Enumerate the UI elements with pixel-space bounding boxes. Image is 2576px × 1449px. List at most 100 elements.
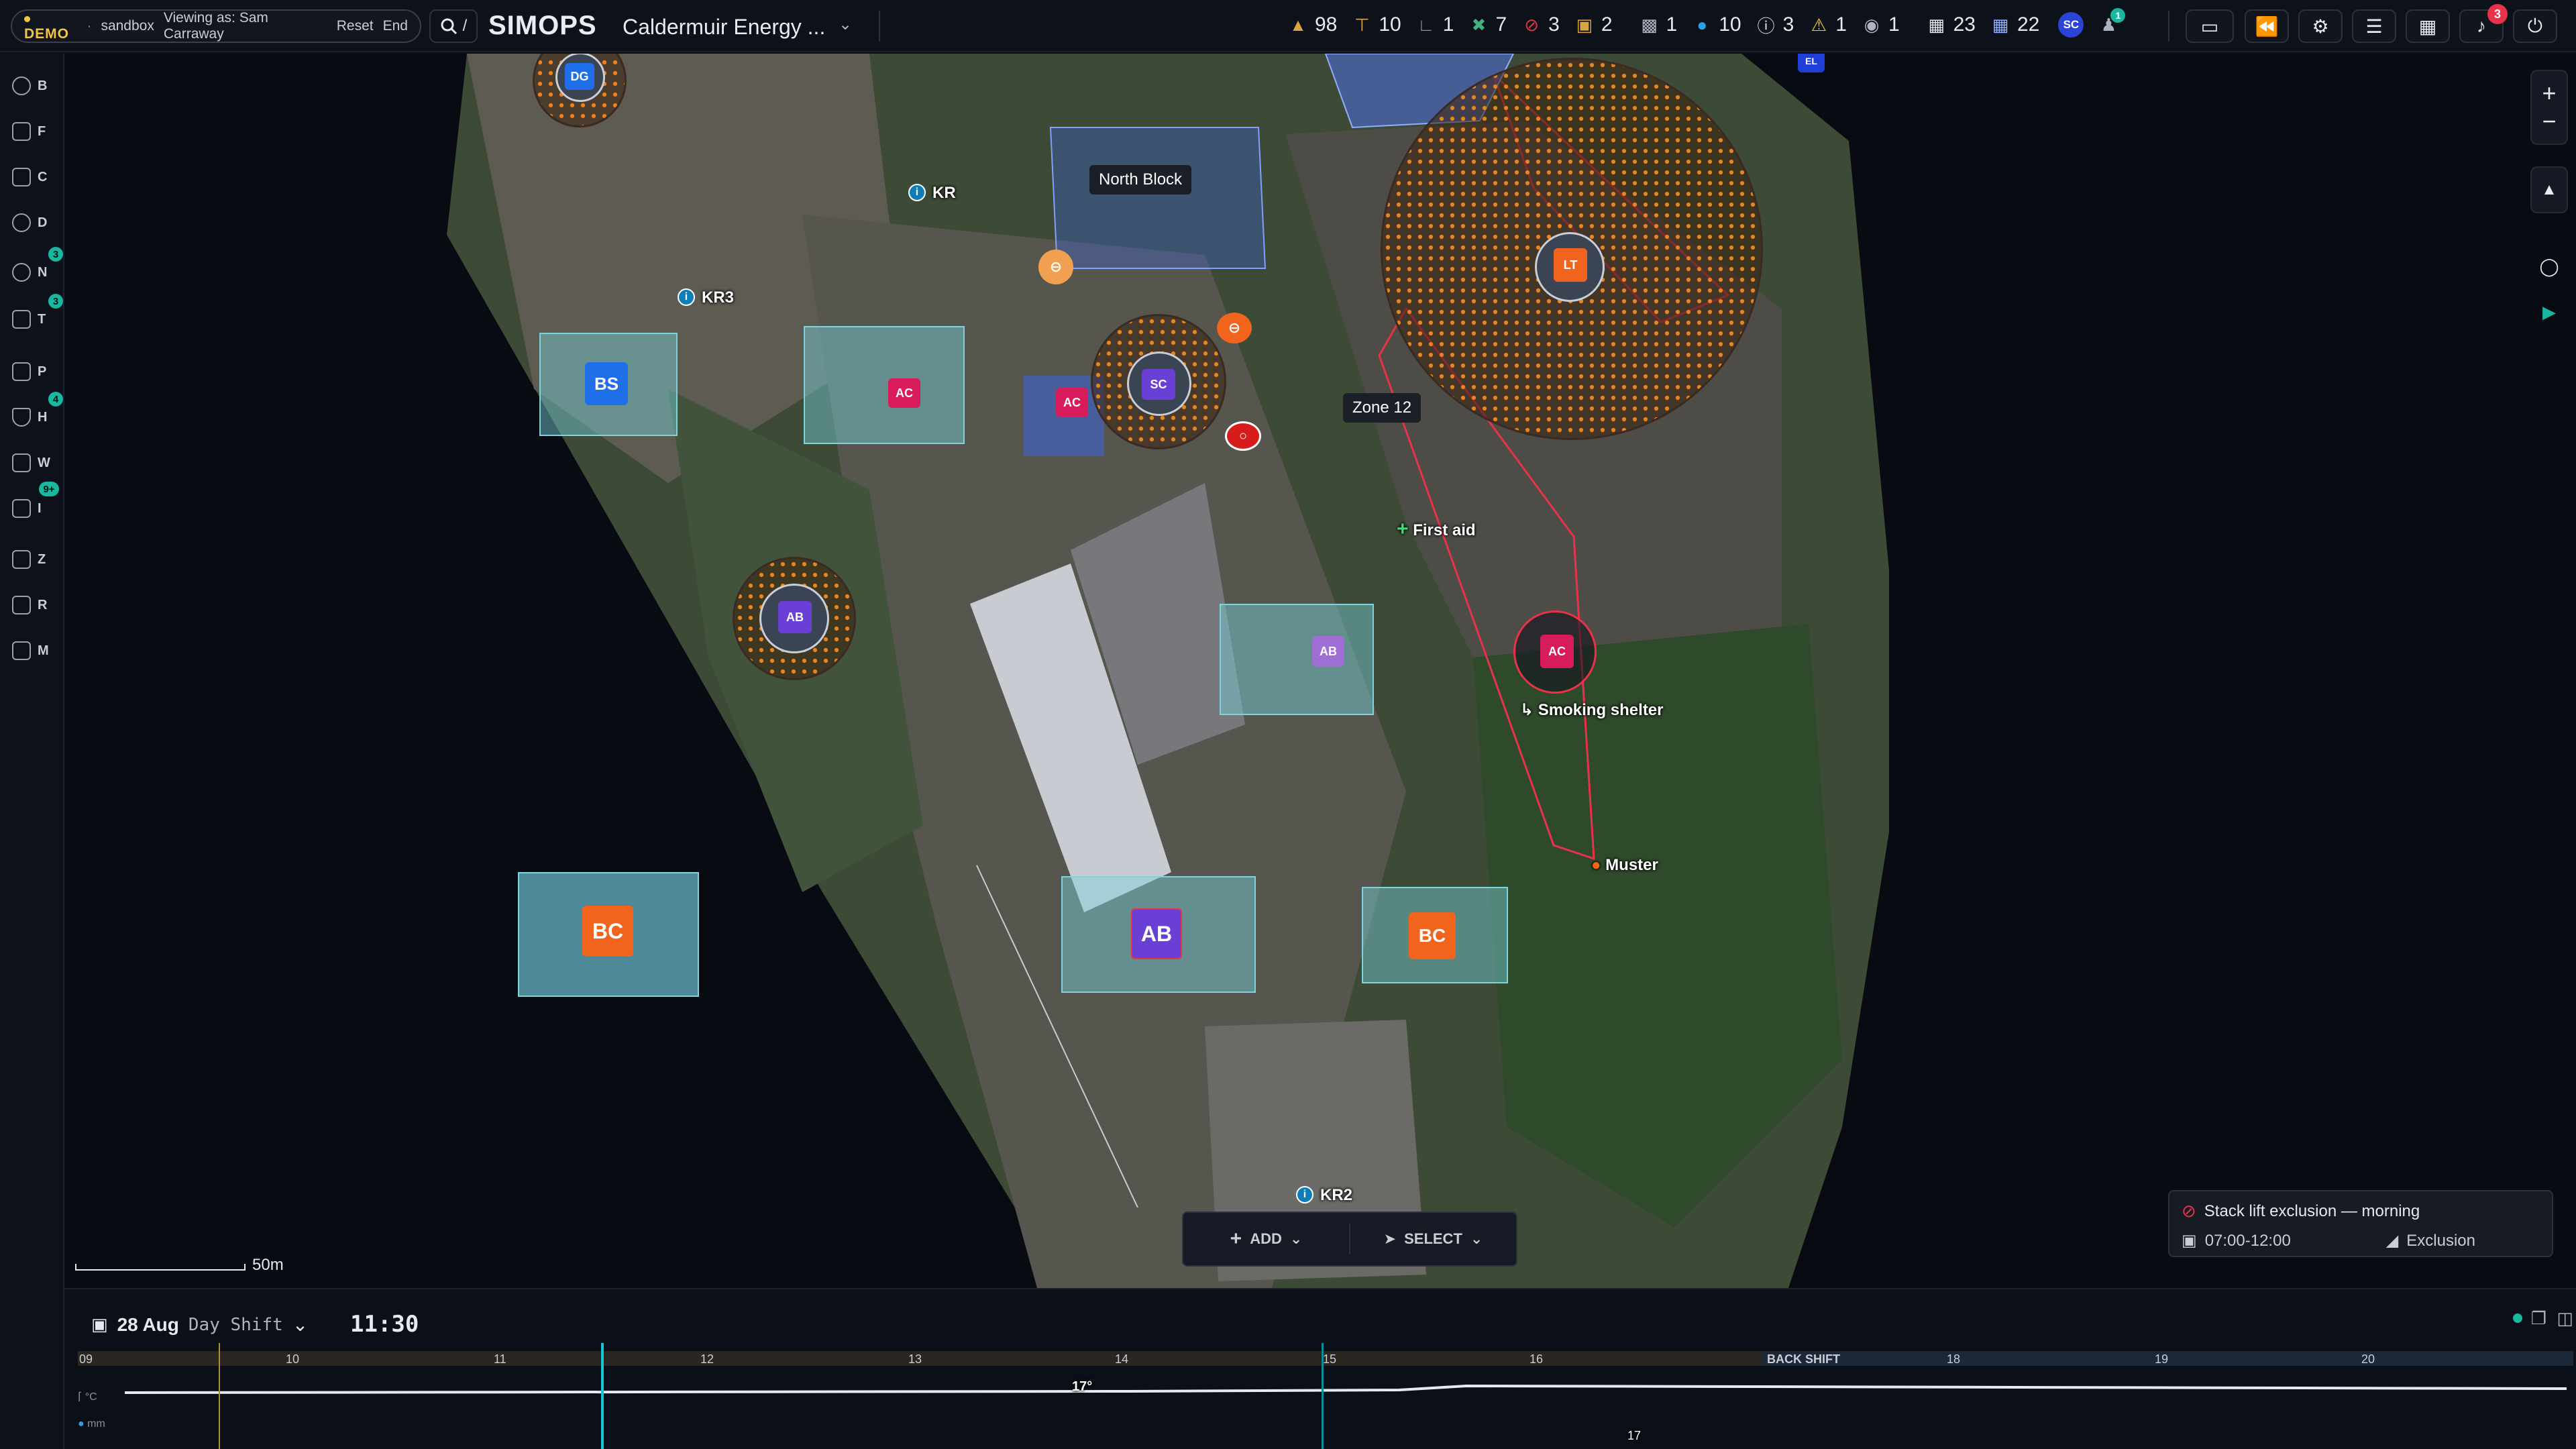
stat-buildings[interactable]: ▦ 23 <box>1925 13 1976 36</box>
first-aid-marker[interactable]: + First aid <box>1397 518 1476 541</box>
tag-icon: ▶ <box>2542 301 2556 322</box>
user-avatar[interactable]: SC <box>2058 12 2084 38</box>
tag-ab-east[interactable]: AB <box>1312 636 1344 667</box>
marker-kr1[interactable]: i <box>908 184 926 201</box>
comments-toggle[interactable]: ◯ <box>2530 250 2568 283</box>
top-bar: DEMO · sandbox Viewing as: Sam Carraway … <box>0 0 2576 52</box>
stat-grid[interactable]: ▦ 22 <box>1989 13 2040 36</box>
timeline-playhead[interactable] <box>1322 1343 1324 1449</box>
tag-dg[interactable]: DG <box>565 63 594 90</box>
search-button[interactable]: / <box>429 9 478 43</box>
site-selector[interactable]: Caldermuir Energy ... <box>623 15 825 40</box>
smoking-shelter-marker[interactable]: ↳ Smoking shelter <box>1520 700 1664 720</box>
sidebar-item-d[interactable]: D <box>12 207 59 239</box>
temperature-row-label: ⌈ °C <box>78 1391 97 1403</box>
stat-workers[interactable]: ▲ 98 <box>1287 13 1337 36</box>
sidebar-item-z[interactable]: Z <box>12 543 59 576</box>
search-icon <box>441 18 457 35</box>
clipboard-icon <box>12 362 31 381</box>
stat-alerts[interactable]: ⓘ 3 <box>1755 13 1794 36</box>
active-exclusion-card[interactable]: ⊘ Stack lift exclusion — morning ▣ 07:00-1… <box>2168 1190 2553 1257</box>
stat-observations[interactable]: ◉ 1 <box>1860 13 1900 36</box>
stop-icon[interactable]: ○ <box>1225 421 1261 451</box>
zone-ac-north[interactable] <box>804 326 965 444</box>
settings-button[interactable]: ⚙ <box>2298 9 2343 43</box>
sidebar-item-t[interactable]: T3 <box>12 294 63 335</box>
timeline-date-selector[interactable]: ▣ 28 Aug Day Shift ⌄ <box>91 1313 308 1336</box>
zoom-in-button[interactable]: + <box>2542 79 2556 107</box>
select-button[interactable]: ➤ SELECT ⌄ <box>1350 1230 1516 1248</box>
compass-button[interactable]: ▲ <box>2530 166 2568 213</box>
rewind-button[interactable]: ⏪ <box>2245 9 2289 43</box>
zone-ab-east[interactable] <box>1220 604 1374 715</box>
copy-button[interactable]: ❐ <box>2531 1308 2546 1329</box>
lock-toggle-button[interactable]: ▭ <box>2186 9 2234 43</box>
stats-bar: ▲ 98 ⊤ 10 ∟ 1 ✖ 7 ⊘ 3 ▣ 2 ▩ 1 ● 10 ⓘ 3 ⚠ 1 ◉ 1 ▦ 23 … <box>1287 8 2126 38</box>
muster-point-marker[interactable]: ● Muster <box>1591 856 1658 875</box>
expand-timeline-button[interactable]: ◫ <box>2557 1308 2573 1329</box>
calendar-icon: ▣ <box>2182 1232 2197 1250</box>
stat-warnings[interactable]: ⚠ 1 <box>1807 13 1847 36</box>
stat-permits[interactable]: ✖ 7 <box>1467 13 1507 36</box>
sidebar-item-b[interactable]: B <box>12 70 59 102</box>
tag-ac-east[interactable]: AC <box>1540 635 1574 668</box>
team-button[interactable]: ♟ 1 <box>2097 8 2126 36</box>
tag-ab-south[interactable]: AB <box>1131 908 1182 959</box>
tag-bs[interactable]: BS <box>585 362 628 405</box>
power-button[interactable]: ⏻ <box>2513 9 2557 43</box>
map-toolbar: + ADD ⌄ ➤ SELECT ⌄ <box>1182 1212 1517 1267</box>
timeline-now-cursor[interactable] <box>601 1343 604 1449</box>
no-entry-icon[interactable]: ⊖ <box>1217 313 1252 343</box>
sidebar-item-r[interactable]: R <box>12 589 59 621</box>
sidebar-item-h[interactable]: H4 <box>12 392 63 433</box>
apps-button[interactable]: ▦ <box>2406 9 2450 43</box>
site-map[interactable]: DG BS AC AC SC LT AB AB AC BC AB BC EL N… <box>64 54 2576 1288</box>
tag-ac-west[interactable]: AC <box>1056 388 1088 417</box>
tag-sc[interactable]: SC <box>1142 369 1175 400</box>
sidebar-item-c[interactable]: C <box>12 161 59 193</box>
comment-icon: ◯ <box>2539 256 2559 276</box>
tag-lt[interactable]: LT <box>1554 248 1587 282</box>
tag-bc-south[interactable]: BC <box>1409 912 1456 959</box>
tags-toggle[interactable]: ▶ <box>2530 295 2568 329</box>
sidebar-item-w[interactable]: W <box>12 447 59 479</box>
sidebar-item-m[interactable]: M <box>12 635 59 667</box>
map-icon <box>12 641 31 660</box>
sidebar-item-p[interactable]: P <box>12 356 59 388</box>
exclusion-type: Exclusion <box>2406 1231 2475 1250</box>
tag-ac-north[interactable]: AC <box>888 378 920 408</box>
zoom-out-button[interactable]: − <box>2542 107 2556 136</box>
stat-materials[interactable]: ▣ 2 <box>1573 13 1613 36</box>
notifications-button[interactable]: ♪ 3 <box>2459 4 2508 43</box>
label-kr1: KR <box>932 184 956 202</box>
sidebar-item-n[interactable]: N3 <box>12 247 63 288</box>
chevron-down-icon[interactable]: ⌄ <box>839 15 852 34</box>
shield-icon <box>12 408 31 427</box>
end-button[interactable]: End <box>383 18 408 34</box>
add-button[interactable]: + ADD ⌄ <box>1183 1228 1349 1250</box>
stat-prohibited[interactable]: ⊘ 3 <box>1520 13 1560 36</box>
label-zone-12[interactable]: Zone 12 <box>1343 393 1421 423</box>
reset-button[interactable]: Reset <box>337 18 374 34</box>
stat-excavators[interactable]: ∟ 1 <box>1415 13 1454 36</box>
label-north-block[interactable]: North Block <box>1089 165 1192 195</box>
calendar-icon: ▣ <box>91 1314 108 1334</box>
stat-vehicles[interactable]: ▩ 1 <box>1638 13 1677 36</box>
unlock-icon: ▭ <box>2200 15 2219 37</box>
stat-cranes[interactable]: ⊤ 10 <box>1350 13 1401 36</box>
layers-button[interactable]: ☰ <box>2352 9 2396 43</box>
stat-locations[interactable]: ● 10 <box>1690 13 1741 36</box>
marker-kr3[interactable]: i <box>678 288 695 306</box>
timeline-current-time: 11:30 <box>350 1311 419 1338</box>
timeline-axis[interactable]: BACK SHIFT 09 10 11 12 13 14 15 16 18 19… <box>78 1351 2573 1366</box>
marker-kr2[interactable]: i <box>1296 1186 1313 1203</box>
tag-el[interactable]: EL <box>1798 54 1825 72</box>
edit-icon <box>12 310 31 329</box>
tag-ab-west[interactable]: AB <box>778 601 812 633</box>
sidebar-item-f[interactable]: F <box>12 115 59 148</box>
tag-bc-west[interactable]: BC <box>582 906 633 957</box>
chevron-down-icon: ⌄ <box>1289 1230 1303 1247</box>
no-entry-icon[interactable]: ⊖ <box>1038 250 1073 284</box>
lock-icon <box>12 550 31 569</box>
sidebar-item-i[interactable]: I 9+ <box>12 482 59 525</box>
